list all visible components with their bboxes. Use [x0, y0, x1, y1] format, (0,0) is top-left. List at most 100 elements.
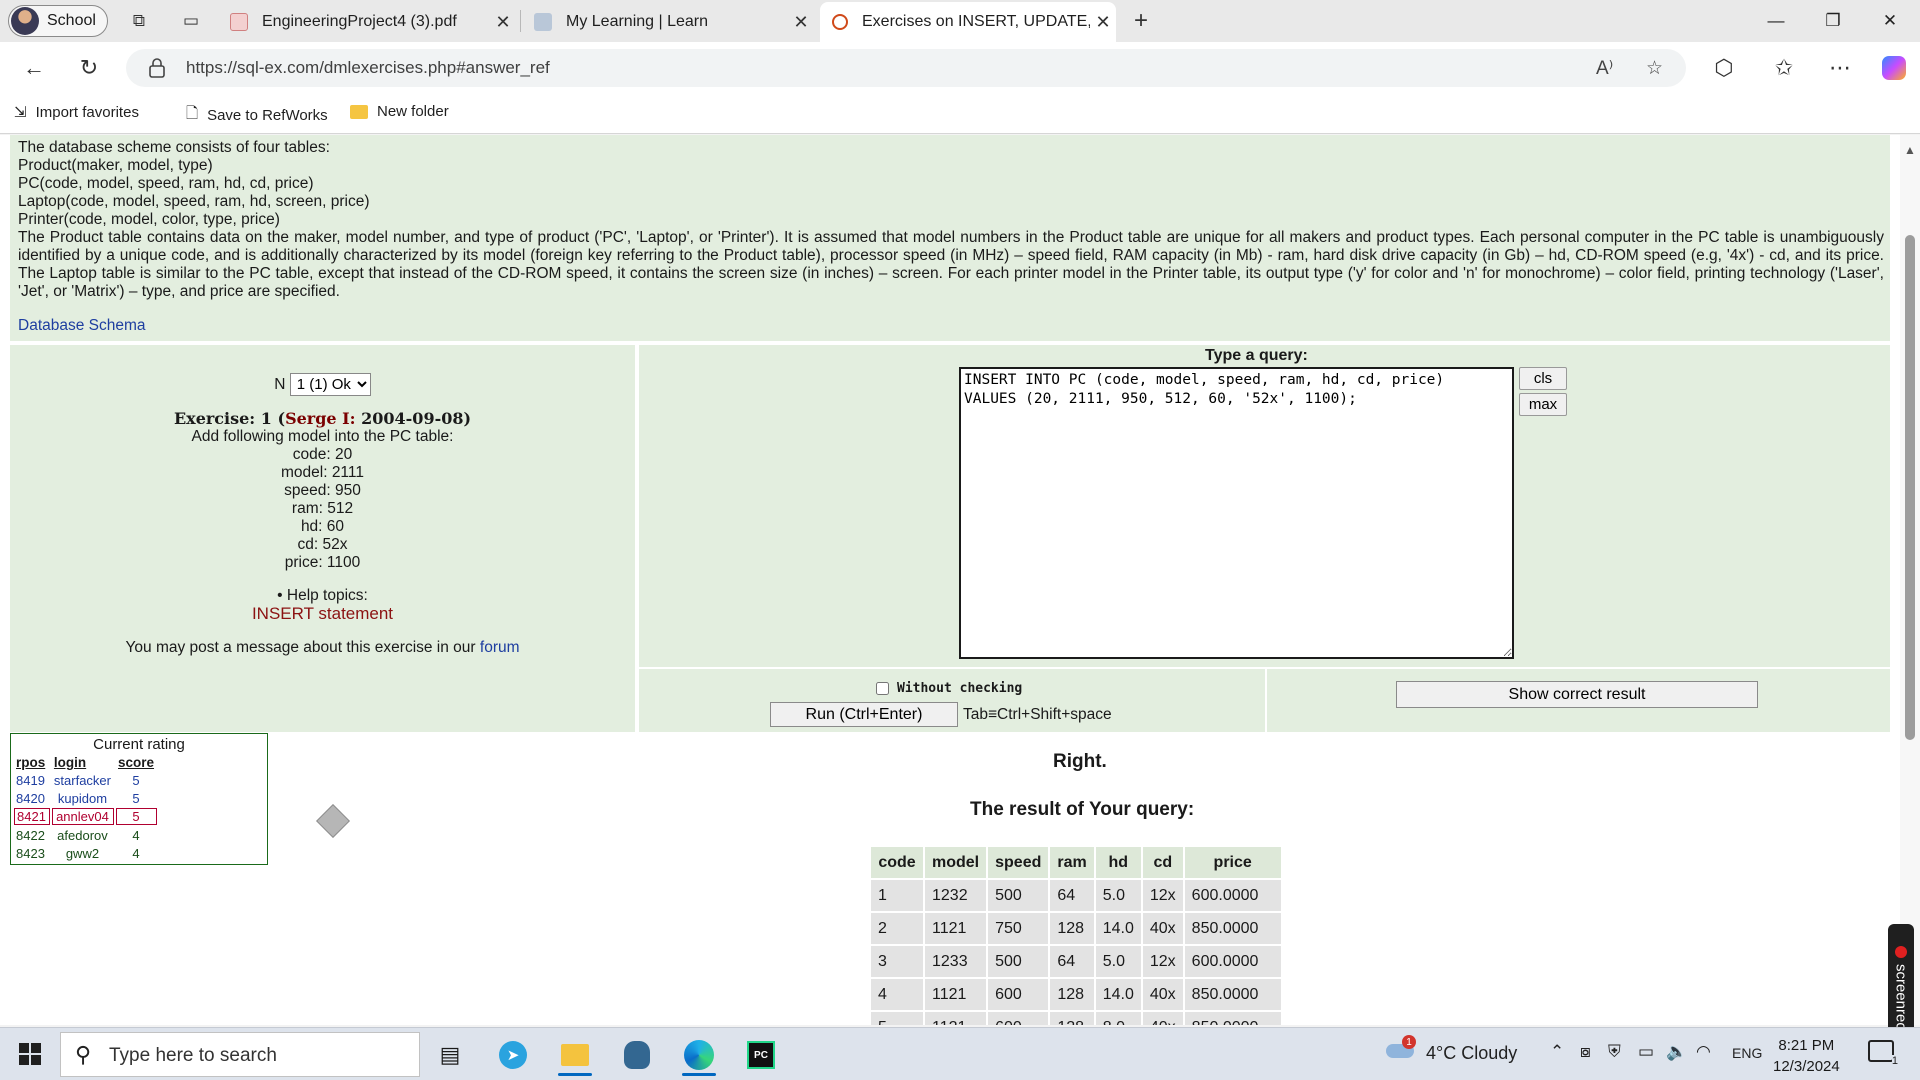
rating-login[interactable]: afedorov	[52, 827, 114, 843]
exercise-selector-row: N 1 (1) Ok	[10, 373, 635, 396]
screenrec-widget[interactable]: screenrec	[1888, 924, 1914, 1036]
address-bar[interactable]: https://sql-ex.com/dmlexercises.php#answ…	[126, 49, 1686, 87]
insert-statement-link[interactable]: INSERT statement	[252, 604, 393, 623]
volume-icon[interactable]: 🔈	[1666, 1042, 1687, 1062]
rating-header[interactable]: rpos	[14, 755, 50, 770]
forum-text: You may post a message about this exerci…	[125, 639, 480, 656]
result-row: 3 1233 500 64 5.0 12x 600.0000	[871, 946, 1281, 977]
lock-icon[interactable]	[148, 58, 166, 78]
language-indicator[interactable]: ENG	[1732, 1045, 1762, 1061]
show-correct-result-button[interactable]: Show correct result	[1396, 681, 1758, 708]
forum-link[interactable]: forum	[480, 639, 520, 656]
taskbar-search[interactable]: ⚲ Type here to search	[60, 1032, 420, 1077]
rating-login[interactable]: kupidom	[52, 790, 114, 806]
field-code: code: 20	[292, 446, 353, 463]
result-cell-ram: 128	[1050, 913, 1094, 944]
show-hidden-icons[interactable]: ⌃	[1550, 1042, 1564, 1062]
read-aloud-icon[interactable]: A⁾	[1596, 57, 1613, 80]
schema-description-panel: The database scheme consists of four tab…	[10, 135, 1890, 341]
pycharm-icon[interactable]: PC	[736, 1034, 786, 1076]
fav-import-favorites[interactable]: ⇲ Import favorites	[14, 103, 139, 122]
pdf-icon	[230, 13, 248, 31]
security-icon[interactable]: ⛨	[1608, 1042, 1621, 1062]
result-cell-cd: 40x	[1142, 979, 1183, 1010]
result-row: 2 1121 750 128 14.0 40x 850.0000	[871, 913, 1281, 944]
rating-row-current-user: 8421 annlev04 5	[14, 808, 158, 825]
run-button[interactable]: Run (Ctrl+Enter)	[770, 702, 958, 727]
query-textarea[interactable]: INSERT INTO PC (code, model, speed, ram,…	[959, 367, 1514, 659]
refresh-icon[interactable]: ↻	[75, 54, 103, 82]
rating-login[interactable]: starfacker	[52, 772, 114, 788]
restore-icon[interactable]: ❐	[1805, 0, 1861, 42]
cls-button[interactable]: cls	[1519, 367, 1567, 390]
copilot-icon[interactable]	[1880, 54, 1908, 82]
wifi-icon[interactable]: ◠	[1696, 1042, 1711, 1062]
extensions-icon[interactable]: ⬡	[1710, 54, 1738, 82]
tab-actions-icon[interactable]: ▭	[180, 10, 202, 32]
rating-header[interactable]: score	[116, 755, 157, 770]
workspaces-icon[interactable]: ⧉	[128, 10, 150, 32]
weather-badge: 1	[1402, 1035, 1416, 1049]
rating-login[interactable]: annlev04	[51, 808, 114, 825]
tab-pdf[interactable]: EngineeringProject4 (3).pdf ✕	[218, 2, 516, 42]
result-cell-code: 3	[871, 946, 923, 977]
task-view-icon[interactable]: ▤	[425, 1034, 475, 1076]
result-header: speed	[988, 847, 1049, 878]
minimize-icon[interactable]: —	[1748, 0, 1804, 42]
rating-header[interactable]: login	[52, 755, 114, 770]
exercise-author: Serge I:	[285, 409, 356, 428]
clock-time: 8:21 PM	[1778, 1037, 1835, 1054]
result-row: 511216001288.040x850.0000	[871, 1012, 1281, 1025]
rating-header-row: rpos login score	[14, 755, 157, 770]
new-tab-icon[interactable]: +	[1130, 7, 1152, 34]
current-rating-box: Current rating rpos login score 8419 sta…	[10, 733, 268, 865]
tab-my-learning[interactable]: My Learning | Learn ✕	[522, 2, 814, 42]
file-explorer-icon[interactable]	[550, 1034, 600, 1076]
result-cell-model: 1121	[925, 1012, 987, 1025]
notifications-icon[interactable]: 1	[1868, 1040, 1898, 1067]
exercise-select[interactable]: 1 (1) Ok	[289, 373, 371, 396]
tab-close-icon[interactable]: ✕	[1090, 12, 1116, 33]
system-clock[interactable]: 8:21 PM 12/3/2024	[1773, 1035, 1840, 1077]
meet-now-icon[interactable]: ⧇	[1580, 1042, 1591, 1062]
battery-icon[interactable]: ▭	[1638, 1042, 1654, 1062]
fav-save-to-refworks[interactable]: 🗋 Save to RefWorks	[186, 103, 328, 128]
without-checking-checkbox[interactable]	[876, 682, 889, 695]
result-cell-price: 600.0000	[1184, 880, 1281, 911]
back-icon[interactable]: ←	[20, 54, 48, 82]
rating-login[interactable]: gww2	[52, 845, 114, 861]
weather-text[interactable]: 4°C Cloudy	[1426, 1043, 1517, 1064]
tab-close-icon[interactable]: ✕	[788, 12, 814, 33]
schema-line: Printer(code, model, color, type, price)	[18, 211, 280, 228]
favorites-icon[interactable]: ✩	[1770, 54, 1798, 82]
profile-button[interactable]: School	[8, 5, 108, 37]
result-cell-price: 850.0000	[1184, 1012, 1281, 1025]
without-checking-option[interactable]: Without checking	[876, 681, 1022, 696]
edge-browser-icon[interactable]	[674, 1034, 724, 1076]
database-schema-link[interactable]: Database Schema	[18, 317, 146, 335]
favorite-star-icon[interactable]: ☆	[1646, 57, 1663, 80]
more-menu-icon[interactable]: ⋯	[1826, 54, 1854, 82]
scroll-thumb[interactable]	[1905, 235, 1915, 740]
info-diamond-icon[interactable]	[316, 804, 350, 838]
postgres-icon[interactable]	[612, 1034, 662, 1076]
fav-new-folder[interactable]: New folder	[350, 103, 449, 120]
tab-close-icon[interactable]: ✕	[490, 12, 516, 33]
max-button[interactable]: max	[1519, 393, 1567, 416]
result-cell-speed: 750	[988, 913, 1049, 944]
windows-start-icon[interactable]	[19, 1043, 41, 1065]
clock-date: 12/3/2024	[1773, 1058, 1840, 1075]
scroll-up-icon[interactable]: ▲	[1904, 143, 1916, 157]
address-bar-row: ← ↻ https://sql-ex.com/dmlexercises.php#…	[0, 42, 1920, 94]
fav-label: New folder	[377, 103, 449, 120]
telegram-icon[interactable]: ➤	[488, 1034, 538, 1076]
page-scrollbar[interactable]: ▲	[1900, 135, 1920, 1025]
field-cd: cd: 52x	[297, 536, 348, 553]
result-status: Right.	[1053, 751, 1107, 772]
result-header: ram	[1050, 847, 1094, 878]
weather-icon[interactable]: 1	[1386, 1035, 1416, 1060]
rating-score: 4	[132, 845, 140, 861]
url-text[interactable]: https://sql-ex.com/dmlexercises.php#answ…	[186, 58, 550, 78]
close-window-icon[interactable]: ✕	[1862, 0, 1918, 42]
tab-exercises[interactable]: Exercises on INSERT, UPDATE, DEL ✕	[820, 2, 1116, 42]
